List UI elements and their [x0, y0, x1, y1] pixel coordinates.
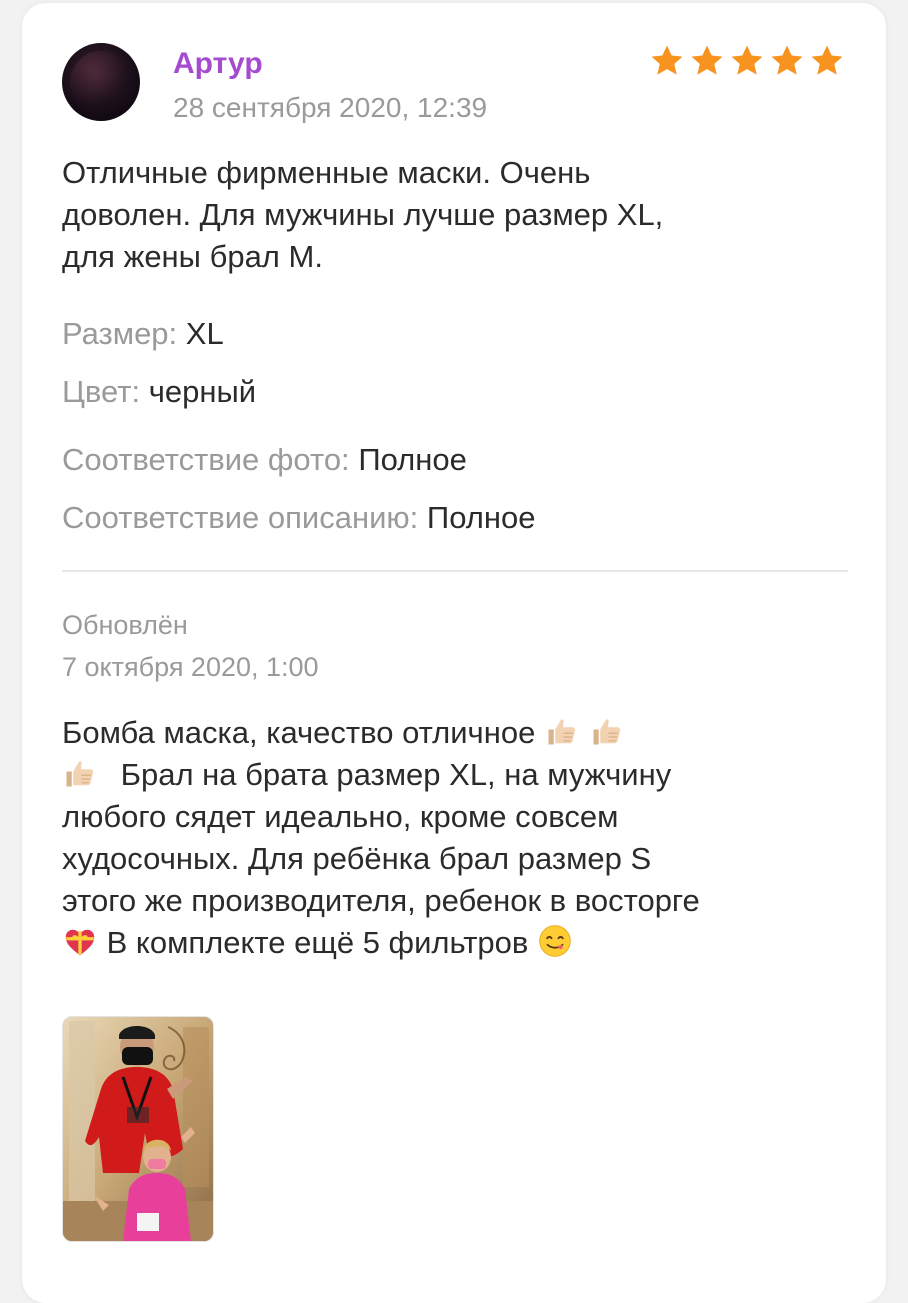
review-text: Отличные фирменные маски. Очень доволен.… [62, 152, 842, 278]
divider [62, 570, 848, 572]
update-text-line: Бомба маска, качество отличное [62, 712, 852, 754]
thumbs-up-icon [593, 719, 620, 745]
update-text-line-1: Бомба маска, качество отличное [62, 715, 536, 750]
update-text-line: худосочных. Для ребёнка брал размер S [62, 841, 652, 876]
star-icon [811, 45, 843, 75]
review-text-line: для жены брал М. [62, 239, 323, 274]
star-icon [771, 45, 803, 75]
avatar[interactable] [62, 43, 140, 121]
updated-date: 7 октября 2020, 1:00 [62, 652, 319, 682]
star-icon [691, 45, 723, 75]
param-color-value: черный [148, 374, 257, 409]
param-size-label: Размер: [62, 316, 178, 351]
rating-stars [648, 42, 846, 80]
param-size: Размер: XL [62, 314, 224, 354]
thumbs-up-icon [66, 761, 94, 787]
star-icon [651, 45, 683, 75]
param-color-label: Цвет: [62, 374, 141, 409]
param-color: Цвет: черный [62, 372, 256, 412]
heart-with-ribbon-icon [65, 929, 95, 956]
update-text-line: Брал на брата размер XL, на мужчину [62, 754, 852, 796]
update-text-line: В комплекте ещё 5 фильтров [62, 922, 852, 964]
face-savoring-food-icon [539, 925, 571, 957]
param-description-match-value: Полное [426, 500, 536, 535]
updated-label: Обновлён [62, 610, 188, 640]
param-photo-match-value: Полное [358, 442, 467, 477]
update-text-line-6: В комплекте ещё 5 фильтров [106, 925, 529, 960]
review-date: 28 сентября 2020, 12:39 [173, 92, 488, 123]
update-text-line: этого же производителя, ребенок в востор… [62, 883, 700, 918]
param-description-match: Соответствие описанию: Полное [62, 498, 535, 538]
review-text-line: Отличные фирменные маски. Очень [62, 155, 591, 190]
update-text-line-2: Брал на брата размер XL, на мужчину [120, 757, 672, 792]
param-description-match-label: Соответствие описанию: [62, 500, 419, 535]
param-photo-match: Соответствие фото: Полное [62, 440, 467, 480]
review-photo-image [63, 1017, 213, 1241]
param-size-value: XL [185, 316, 224, 351]
author-name[interactable]: Артур [173, 44, 263, 84]
update-text: Бомба маска, качество отличное Брал на б… [62, 712, 852, 964]
param-photo-match-label: Соответствие фото: [62, 442, 350, 477]
review-text-line: доволен. Для мужчины лучше размер XL, [62, 197, 664, 232]
star-icon [731, 45, 763, 75]
update-text-line: любого сядет идеально, кроме совсем [62, 799, 619, 834]
thumbs-up-icon [548, 719, 576, 745]
review-photo[interactable] [62, 1016, 214, 1242]
